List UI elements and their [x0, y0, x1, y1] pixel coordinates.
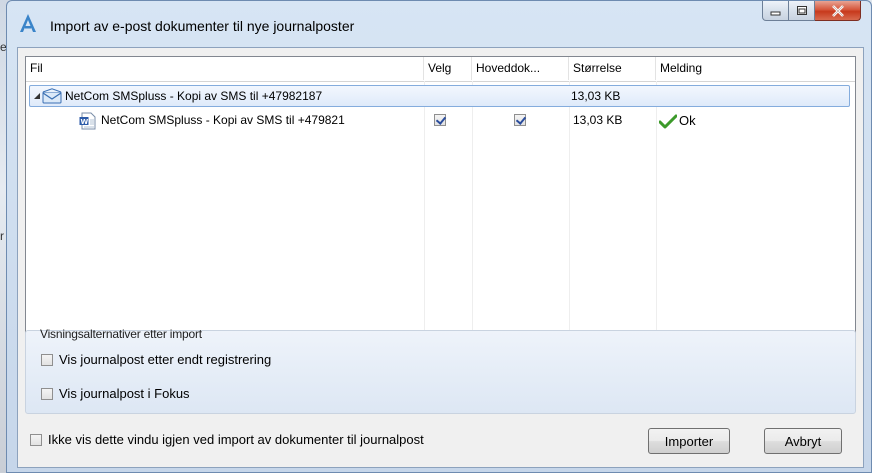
option-checkbox[interactable] [41, 353, 53, 366]
hoveddokument-checkbox[interactable] [514, 114, 526, 126]
column-header-hoveddokument[interactable]: Hoveddok... [472, 57, 569, 80]
background-text-fragment: r [0, 229, 4, 243]
svg-text:W: W [81, 118, 89, 126]
app-logo-icon [20, 14, 36, 32]
word-document-icon: W [79, 112, 96, 130]
document-grid[interactable]: Fil Velg Hoveddok... Størrelse Melding N… [25, 56, 856, 359]
status-message: Ok [679, 113, 696, 128]
cancel-button[interactable]: Avbryt [764, 428, 842, 454]
file-size: 13,03 KB [573, 113, 623, 127]
velg-checkbox[interactable] [434, 114, 446, 126]
file-name: NetCom SMSpluss - Kopi av SMS til +47982… [65, 89, 323, 103]
option-show-in-fokus[interactable]: Vis journalpost i Fokus [41, 386, 190, 401]
title-bar[interactable]: Import av e-post dokumenter til nye jour… [7, 1, 871, 43]
expand-triangle-icon[interactable] [34, 93, 41, 100]
minimize-button[interactable] [762, 1, 789, 21]
table-row-document[interactable]: W NetCom SMSpluss - Kopi av SMS til +479… [26, 110, 855, 132]
import-dialog: Import av e-post dokumenter til nye jour… [6, 0, 872, 473]
dont-show-again-checkbox[interactable] [30, 433, 42, 446]
maximize-button[interactable] [789, 1, 815, 21]
maximize-icon [796, 6, 807, 15]
close-button[interactable] [815, 1, 861, 21]
window-title: Import av e-post dokumenter til nye jour… [50, 18, 355, 34]
minimize-icon [770, 11, 781, 15]
dont-show-again-label: Ikke vis dette vindu igjen ved import av… [48, 432, 424, 447]
file-size: 13,03 KB [571, 89, 621, 103]
column-header-velg[interactable]: Velg [424, 57, 472, 80]
column-header-fil[interactable]: Fil [26, 57, 424, 80]
import-button[interactable]: Importer [648, 428, 730, 454]
caption-buttons [762, 1, 861, 23]
checkmark-ok-icon [659, 114, 677, 129]
option-label: Vis journalpost etter endt registrering [59, 352, 272, 367]
dont-show-again-option[interactable]: Ikke vis dette vindu igjen ved import av… [30, 432, 424, 447]
close-icon [831, 4, 844, 17]
column-header-storrelse[interactable]: Størrelse [569, 57, 656, 80]
option-show-after-registration[interactable]: Vis journalpost etter endt registrering [41, 352, 271, 367]
dialog-client-area: Fil Velg Hoveddok... Størrelse Melding N… [17, 47, 864, 468]
email-envelope-icon [42, 88, 62, 104]
option-label: Vis journalpost i Fokus [59, 386, 190, 401]
file-name: NetCom SMSpluss - Kopi av SMS til +47982… [101, 113, 345, 127]
grid-header: Fil Velg Hoveddok... Størrelse Melding [26, 57, 855, 82]
display-options-group: Visningsalternativer etter import Vis jo… [25, 327, 856, 414]
group-legend: Visningsalternativer etter import [40, 327, 202, 341]
column-header-melding[interactable]: Melding [656, 57, 855, 80]
table-row-email[interactable]: NetCom SMSpluss - Kopi av SMS til +47982… [29, 85, 850, 107]
option-checkbox[interactable] [41, 387, 53, 400]
